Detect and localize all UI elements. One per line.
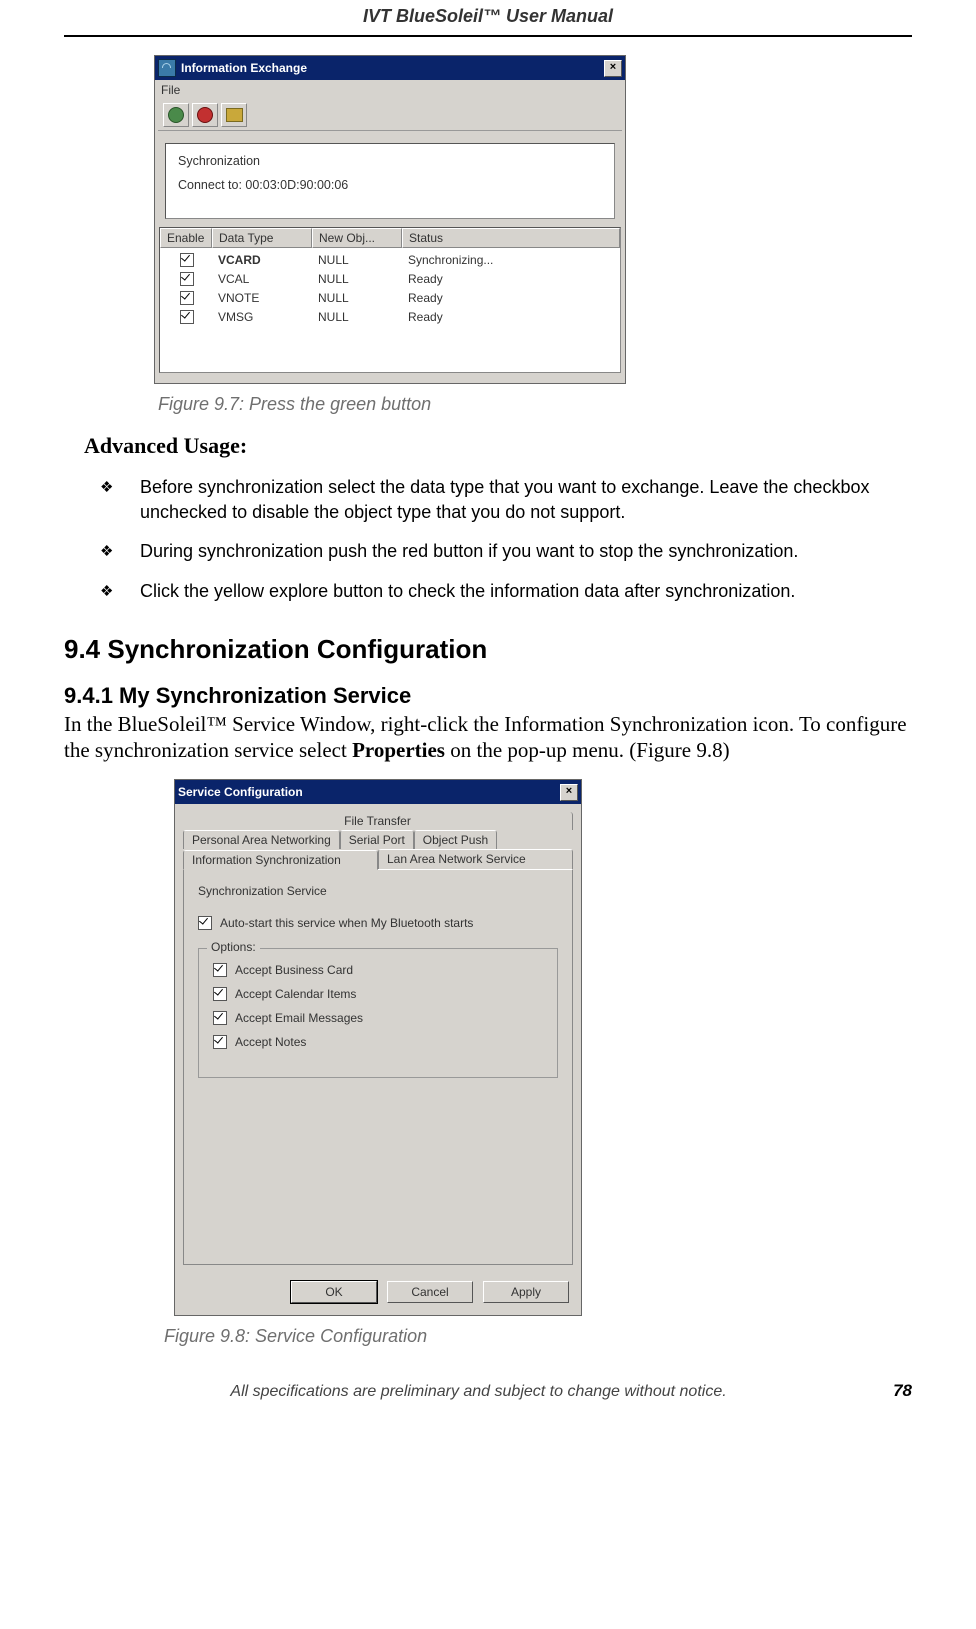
sync-label: Sychronization	[178, 154, 602, 168]
option-label: Accept Email Messages	[235, 1011, 363, 1025]
sync-start-button[interactable]	[163, 103, 189, 127]
figure-9-8-caption: Figure 9.8: Service Configuration	[164, 1326, 912, 1347]
option-checkbox[interactable]	[213, 1011, 227, 1025]
close-icon[interactable]: ×	[560, 784, 578, 801]
col-newobj[interactable]: New Obj...	[312, 228, 402, 248]
tab[interactable]: Personal Area Networking	[183, 830, 340, 849]
close-icon[interactable]: ×	[604, 60, 622, 77]
menu-file[interactable]: File	[155, 80, 625, 100]
table-row[interactable]: VNOTENULLReady	[160, 290, 620, 309]
enable-checkbox[interactable]	[180, 253, 194, 267]
window-titlebar[interactable]: Information Exchange ×	[155, 56, 625, 80]
enable-checkbox[interactable]	[180, 291, 194, 305]
autostart-label: Auto-start this service when My Bluetoot…	[220, 916, 473, 930]
cell: VCARD	[212, 253, 312, 270]
explore-button[interactable]	[221, 103, 247, 127]
autostart-checkbox[interactable]	[198, 916, 212, 930]
col-status[interactable]: Status	[402, 228, 620, 248]
toolbar	[158, 100, 622, 131]
ok-button[interactable]: OK	[291, 1281, 377, 1303]
advanced-usage-heading: Advanced Usage:	[84, 433, 912, 459]
window-title: Information Exchange	[181, 61, 307, 75]
cell: NULL	[312, 310, 402, 327]
list-item: ❖During synchronization push the red but…	[100, 539, 912, 564]
cancel-button[interactable]: Cancel	[387, 1281, 473, 1303]
cell: Ready	[402, 310, 620, 327]
bullet-icon: ❖	[100, 475, 140, 525]
tab[interactable]: Object Push	[414, 830, 497, 849]
cell: Synchronizing...	[402, 253, 620, 270]
bullet-icon: ❖	[100, 539, 140, 564]
tab[interactable]: Information Synchronization	[183, 850, 378, 870]
page-header: IVT BlueSoleil™ User Manual	[64, 6, 912, 37]
tab[interactable]: Serial Port	[340, 830, 414, 849]
col-enable[interactable]: Enable	[160, 228, 212, 248]
sync-stop-button[interactable]	[192, 103, 218, 127]
figure-9-7-caption: Figure 9.7: Press the green button	[158, 394, 912, 415]
section-9-4-1-para: In the BlueSoleil™ Service Window, right…	[64, 711, 912, 764]
option-label: Accept Business Card	[235, 963, 353, 977]
col-datatype[interactable]: Data Type	[212, 228, 312, 248]
cell: Ready	[402, 272, 620, 289]
apply-button[interactable]: Apply	[483, 1281, 569, 1303]
sync-service-label: Synchronization Service	[198, 884, 558, 898]
option-checkbox[interactable]	[213, 1035, 227, 1049]
tab[interactable]: Lan Area Network Service	[378, 849, 573, 869]
folder-icon	[226, 108, 243, 122]
page-number: 78	[893, 1381, 912, 1401]
data-type-list: Enable Data Type New Obj... Status VCARD…	[159, 227, 621, 373]
option-label: Accept Calendar Items	[235, 987, 356, 1001]
bullet-icon: ❖	[100, 579, 140, 604]
options-legend: Options:	[207, 940, 260, 954]
cell: NULL	[312, 291, 402, 308]
table-row[interactable]: VMSGNULLReady	[160, 309, 620, 328]
section-9-4-heading: 9.4 Synchronization Configuration	[64, 634, 912, 665]
cell: Ready	[402, 291, 620, 308]
table-row[interactable]: VCARDNULLSynchronizing...	[160, 252, 620, 271]
cell: NULL	[312, 253, 402, 270]
service-config-window: Service Configuration × File Transfer Pe…	[174, 779, 582, 1316]
table-row[interactable]: VCALNULLReady	[160, 271, 620, 290]
connect-label: Connect to: 00:03:0D:90:00:06	[178, 178, 602, 192]
enable-checkbox[interactable]	[180, 272, 194, 286]
option-label: Accept Notes	[235, 1035, 306, 1049]
red-stop-icon	[197, 107, 213, 123]
window-titlebar[interactable]: Service Configuration ×	[175, 780, 581, 804]
option-checkbox[interactable]	[213, 963, 227, 977]
list-item: ❖Click the yellow explore button to chec…	[100, 579, 912, 604]
cell: VNOTE	[212, 291, 312, 308]
green-circle-icon	[168, 107, 184, 123]
info-exchange-window: Information Exchange × File Sychronizati…	[154, 55, 626, 384]
tab-file-transfer[interactable]: File Transfer	[183, 812, 573, 830]
options-fieldset: Options: Accept Business CardAccept Cale…	[198, 948, 558, 1078]
sync-panel: Sychronization Connect to: 00:03:0D:90:0…	[165, 143, 615, 219]
option-checkbox[interactable]	[213, 987, 227, 1001]
enable-checkbox[interactable]	[180, 310, 194, 324]
footer-text: All specifications are preliminary and s…	[64, 1383, 893, 1401]
app-icon	[158, 59, 176, 77]
section-9-4-1-heading: 9.4.1 My Synchronization Service	[64, 683, 912, 709]
cell: NULL	[312, 272, 402, 289]
cell: VCAL	[212, 272, 312, 289]
list-item: ❖Before synchronization select the data …	[100, 475, 912, 525]
cell: VMSG	[212, 310, 312, 327]
window-title: Service Configuration	[178, 785, 303, 799]
